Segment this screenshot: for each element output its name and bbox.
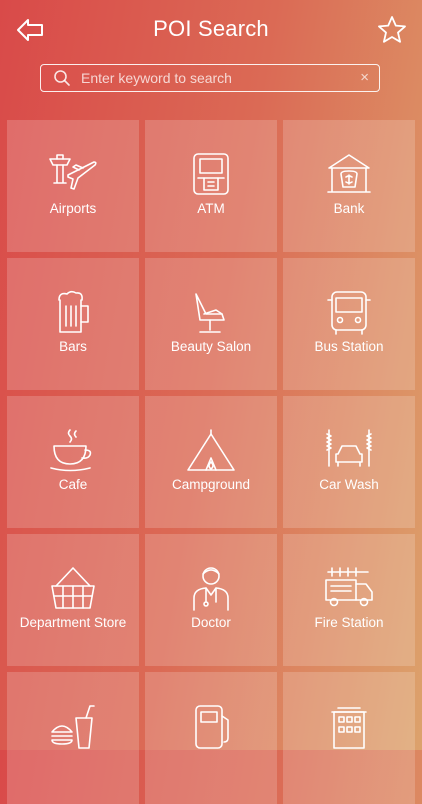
category-tile-campground[interactable]: Campground xyxy=(145,396,277,528)
category-tile-bars[interactable]: Bars xyxy=(7,258,139,390)
salon-chair-icon xyxy=(195,293,225,333)
category-tile-atm[interactable]: ATM xyxy=(145,120,277,252)
category-tile-fire-station[interactable]: Fire Station xyxy=(283,534,415,666)
category-label: Bank xyxy=(333,201,365,216)
app-header: POI Search xyxy=(0,0,422,60)
category-label: ATM xyxy=(197,201,225,216)
search-icon xyxy=(54,70,70,86)
doctor-icon xyxy=(193,567,229,611)
category-tile-bus-station[interactable]: Bus Station xyxy=(283,258,415,390)
category-tile-car-wash[interactable]: Car Wash xyxy=(283,396,415,528)
category-tile-beauty-salon[interactable]: Beauty Salon xyxy=(145,258,277,390)
atm-icon xyxy=(193,153,229,195)
category-label: Beauty Salon xyxy=(170,339,252,354)
category-label: Campground xyxy=(171,477,251,492)
star-icon[interactable] xyxy=(376,14,408,46)
category-tile-doctor[interactable]: Doctor xyxy=(145,534,277,666)
beer-mug-icon xyxy=(58,290,89,333)
category-label: Airports xyxy=(49,201,97,216)
category-label: Department Store xyxy=(19,615,127,630)
page-title: POI Search xyxy=(153,16,269,41)
category-label: Bus Station xyxy=(314,339,384,354)
category-tile-bank[interactable]: Bank xyxy=(283,120,415,252)
category-tile-department-store[interactable]: Department Store xyxy=(7,534,139,666)
fire-truck-icon xyxy=(325,567,373,607)
clear-search-button[interactable]: × xyxy=(360,69,369,87)
bus-icon xyxy=(327,291,371,335)
gas-pump-icon xyxy=(195,705,229,749)
category-label: Car Wash xyxy=(319,477,379,492)
search-input[interactable] xyxy=(81,67,341,89)
coffee-cup-icon xyxy=(50,429,92,472)
car-wash-icon xyxy=(326,429,372,467)
category-label: Bars xyxy=(59,339,87,354)
poi-category-grid: Airports ATM Bank Bars Beauty Salon Bus … xyxy=(7,120,417,804)
fast-food-icon xyxy=(51,705,95,749)
category-tile-airports[interactable]: Airports xyxy=(7,120,139,252)
bank-icon xyxy=(327,154,371,193)
category-tile-gas-station[interactable] xyxy=(145,672,277,804)
shopping-basket-icon xyxy=(51,567,95,609)
search-bar: × xyxy=(40,64,380,92)
category-label: Fire Station xyxy=(314,615,384,630)
airport-icon xyxy=(49,154,97,190)
category-label: Doctor xyxy=(191,615,231,630)
tent-icon xyxy=(187,429,235,471)
category-tile-hotel[interactable] xyxy=(283,672,415,804)
category-label: Cafe xyxy=(58,477,88,492)
category-tile-food[interactable] xyxy=(7,672,139,804)
category-tile-cafe[interactable]: Cafe xyxy=(7,396,139,528)
hotel-building-icon xyxy=(331,707,367,749)
